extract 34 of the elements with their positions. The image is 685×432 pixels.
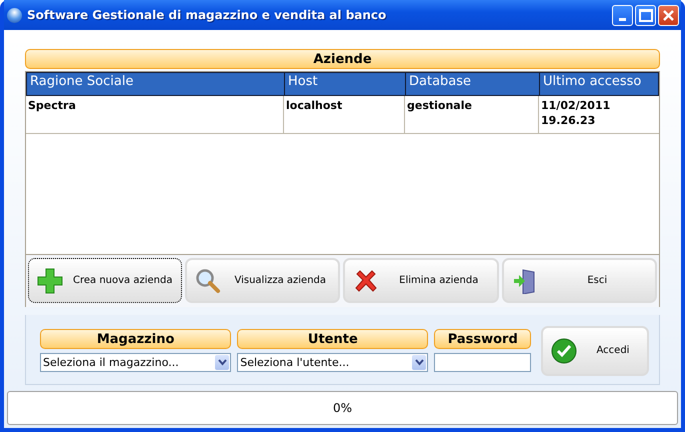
plus-icon bbox=[37, 268, 63, 294]
table-cell-text: 11/02/2011 19.26.23 bbox=[540, 98, 612, 129]
table-cell: gestionale bbox=[405, 96, 539, 133]
action-button[interactable]: Crea nuova azienda bbox=[28, 258, 182, 303]
chevron-icon bbox=[412, 355, 426, 370]
window-title: Software Gestionale di magazzino e vendita al banco bbox=[27, 8, 388, 22]
magnifier-icon bbox=[194, 268, 220, 294]
field-label: Utente bbox=[237, 329, 428, 349]
login-button[interactable]: Accedi bbox=[541, 326, 649, 376]
column-header[interactable]: Ultimo accesso bbox=[540, 73, 658, 95]
column-header[interactable]: Host bbox=[285, 73, 406, 95]
maximize-button[interactable] bbox=[635, 4, 656, 26]
dropdown[interactable]: Seleziona l'utente... bbox=[237, 353, 428, 372]
progress-text: 0% bbox=[332, 401, 352, 415]
field-label: Magazzino bbox=[40, 329, 232, 349]
app-icon bbox=[7, 8, 22, 22]
table-cell: Spectra bbox=[26, 96, 284, 133]
action-button[interactable]: Esci bbox=[502, 258, 657, 303]
table-cell: localhost bbox=[284, 96, 405, 133]
close-icon bbox=[662, 8, 675, 22]
cross-icon bbox=[353, 268, 379, 294]
column-header[interactable]: Database bbox=[406, 73, 540, 95]
door-icon bbox=[512, 268, 538, 294]
field-label: Password bbox=[434, 329, 531, 349]
section-header: Aziende bbox=[25, 49, 660, 69]
chevron-icon bbox=[215, 355, 230, 370]
checkmark-icon bbox=[551, 338, 577, 364]
close-button[interactable] bbox=[658, 4, 679, 26]
password-field[interactable] bbox=[434, 353, 531, 372]
action-button[interactable]: Visualizza azienda bbox=[184, 258, 340, 303]
dropdown[interactable]: Seleziona il magazzino... bbox=[40, 353, 232, 372]
column-header[interactable]: Ragione Sociale bbox=[27, 73, 285, 95]
action-button[interactable]: Elimina azienda bbox=[343, 258, 498, 303]
minimize-button[interactable] bbox=[612, 4, 633, 26]
